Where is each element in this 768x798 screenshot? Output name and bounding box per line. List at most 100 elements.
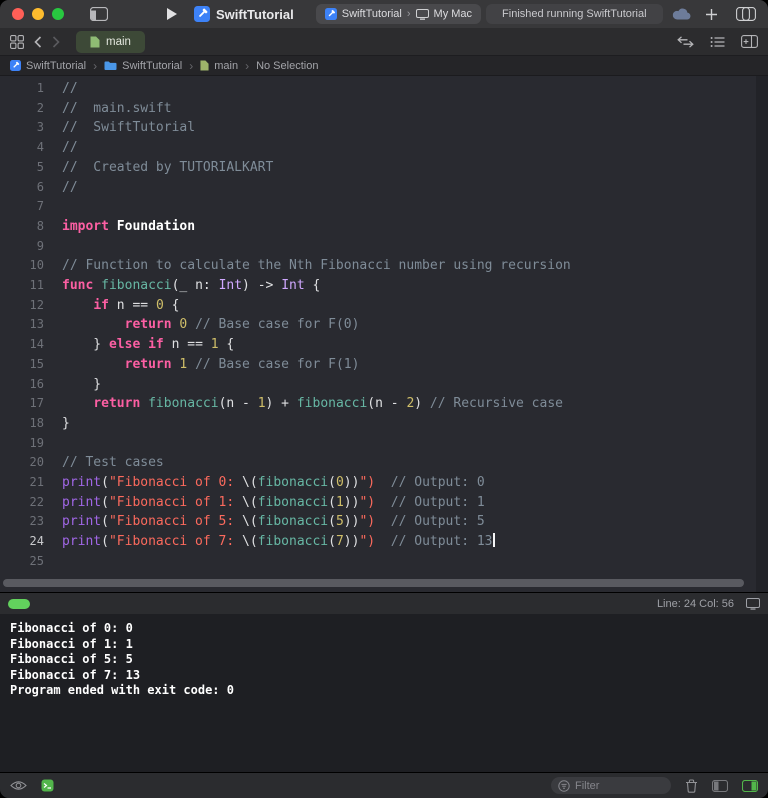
line-number[interactable]: 5 <box>0 158 44 178</box>
run-button[interactable] <box>166 7 178 21</box>
debug-console-icon[interactable] <box>41 779 54 792</box>
cloud-icon[interactable] <box>672 8 691 20</box>
code-editor[interactable]: 1 // 2 // main.swift 3 // SwiftTutorial 4 // 5 //… <box>0 76 768 592</box>
code-line[interactable]: 7 <box>0 197 768 217</box>
code-line[interactable]: 23 print("Fibonacci of 5: \(fibonacci(5))… <box>0 512 768 532</box>
line-number[interactable]: 1 <box>0 79 44 99</box>
line-number[interactable]: 10 <box>0 256 44 276</box>
code-line[interactable]: 24 print("Fibonacci of 7: \(fibonacci(7))… <box>0 532 768 552</box>
line-number[interactable]: 17 <box>0 394 44 414</box>
code-line[interactable]: 12 if n == 0 { <box>0 296 768 316</box>
run-success-indicator <box>8 598 30 609</box>
scheme-selector[interactable]: SwiftTutorial › My Mac <box>315 4 482 24</box>
code-line[interactable]: 2 // main.swift <box>0 99 768 119</box>
line-number[interactable]: 7 <box>0 197 44 217</box>
editor-options-icon[interactable] <box>710 36 725 48</box>
code-line[interactable]: 17 return fibonacci(n - 1) + fibonacci(n… <box>0 394 768 414</box>
chevron-separator: › <box>93 58 98 73</box>
line-number[interactable]: 12 <box>0 296 44 316</box>
vertical-scrollbar[interactable] <box>756 76 768 592</box>
code-line[interactable]: 9 <box>0 237 768 257</box>
code-line[interactable]: 16 } <box>0 375 768 395</box>
code-line[interactable]: 5 // Created by TUTORIALKART <box>0 158 768 178</box>
line-number[interactable]: 25 <box>0 552 44 572</box>
code-line[interactable]: 20 // Test cases <box>0 453 768 473</box>
console-pane-icon[interactable] <box>742 779 758 792</box>
line-number[interactable]: 3 <box>0 118 44 138</box>
close-icon[interactable] <box>12 8 24 20</box>
line-number[interactable]: 8 <box>0 217 44 237</box>
code-line[interactable]: 11 func fibonacci(_ n: Int) -> Int { <box>0 276 768 296</box>
line-number[interactable]: 9 <box>0 237 44 257</box>
activity-status[interactable]: Finished running SwiftTutorial <box>486 4 663 24</box>
line-number[interactable]: 18 <box>0 414 44 434</box>
code-line[interactable]: 10 // Function to calculate the Nth Fibon… <box>0 256 768 276</box>
tab-overview-icon[interactable] <box>10 34 24 49</box>
code-line[interactable]: 1 // <box>0 79 768 99</box>
code-line[interactable]: 14 } else if n == 1 { <box>0 335 768 355</box>
code-line[interactable]: 15 return 1 // Base case for F(1) <box>0 355 768 375</box>
display-icon[interactable] <box>746 597 760 610</box>
variables-pane-icon[interactable] <box>712 779 728 792</box>
horizontal-scrollbar[interactable] <box>3 579 744 587</box>
line-number[interactable]: 2 <box>0 99 44 119</box>
line-col-indicator: Line: 24 Col: 56 <box>656 597 734 610</box>
breadcrumb-item-project[interactable]: SwiftTutorial <box>26 60 86 72</box>
code-line[interactable]: 13 return 0 // Base case for F(0) <box>0 315 768 335</box>
console-output[interactable]: Fibonacci of 0: 0 Fibonacci of 1: 1 Fibona… <box>0 614 768 772</box>
console-toolbar <box>0 772 768 798</box>
line-number[interactable]: 24 <box>0 532 44 552</box>
line-number[interactable]: 19 <box>0 434 44 454</box>
navigator-toggle-icon[interactable] <box>90 7 108 21</box>
code-line[interactable]: 6 // <box>0 178 768 198</box>
code-text: // main.swift <box>62 100 172 116</box>
code-line[interactable]: 4 // <box>0 138 768 158</box>
code-review-icon[interactable] <box>677 35 694 48</box>
forward-chevron-icon[interactable] <box>52 35 60 48</box>
breadcrumb-item-group[interactable]: SwiftTutorial <box>122 60 182 72</box>
line-number[interactable]: 23 <box>0 512 44 532</box>
line-number[interactable]: 6 <box>0 178 44 198</box>
xcode-project-icon <box>194 6 210 22</box>
back-chevron-icon[interactable] <box>34 35 42 48</box>
monitor-icon <box>415 8 429 20</box>
console-line: Fibonacci of 5: 5 <box>10 652 133 667</box>
code-line[interactable]: 21 print("Fibonacci of 0: \(fibonacci(0))… <box>0 473 768 493</box>
line-number[interactable]: 15 <box>0 355 44 375</box>
tab-main[interactable]: main <box>76 30 145 53</box>
line-number[interactable]: 13 <box>0 315 44 335</box>
code-line[interactable]: 19 <box>0 434 768 454</box>
scheme-project-label: SwiftTutorial <box>341 8 402 20</box>
code-line[interactable]: 22 print("Fibonacci of 1: \(fibonacci(1))… <box>0 493 768 513</box>
breadcrumb-item-file[interactable]: main <box>214 60 238 72</box>
console-line: Fibonacci of 0: 0 <box>10 621 133 635</box>
line-number[interactable]: 11 <box>0 276 44 296</box>
window-title: SwiftTutorial <box>216 6 294 22</box>
window-title-group: SwiftTutorial <box>194 6 294 22</box>
minimize-icon[interactable] <box>32 8 44 20</box>
filter-input[interactable] <box>575 779 664 792</box>
line-number[interactable]: 20 <box>0 453 44 473</box>
code-line[interactable]: 18} <box>0 414 768 434</box>
horizontal-scrollbar-thumb[interactable] <box>3 579 744 587</box>
code-line[interactable]: 8 import Foundation <box>0 217 768 237</box>
code-line[interactable]: 25 <box>0 552 768 572</box>
chevron-separator: › <box>189 58 194 73</box>
console-line: Program ended with exit code: 0 <box>10 683 234 698</box>
code-text: // Created by TUTORIALKART <box>62 159 274 175</box>
line-number[interactable]: 21 <box>0 473 44 493</box>
add-editor-icon[interactable] <box>741 35 758 48</box>
line-number[interactable]: 22 <box>0 493 44 513</box>
line-number[interactable]: 4 <box>0 138 44 158</box>
eye-icon[interactable] <box>10 780 27 791</box>
plus-icon[interactable] <box>705 8 718 21</box>
window-tabs-icon[interactable] <box>736 7 756 21</box>
code-text: } <box>62 415 70 431</box>
trash-icon[interactable] <box>685 778 698 793</box>
zoom-icon[interactable] <box>52 8 64 20</box>
breadcrumb-item-selection[interactable]: No Selection <box>256 60 318 72</box>
console-filter-field[interactable] <box>551 777 671 794</box>
line-number[interactable]: 16 <box>0 375 44 395</box>
line-number[interactable]: 14 <box>0 335 44 355</box>
code-line[interactable]: 3 // SwiftTutorial <box>0 118 768 138</box>
